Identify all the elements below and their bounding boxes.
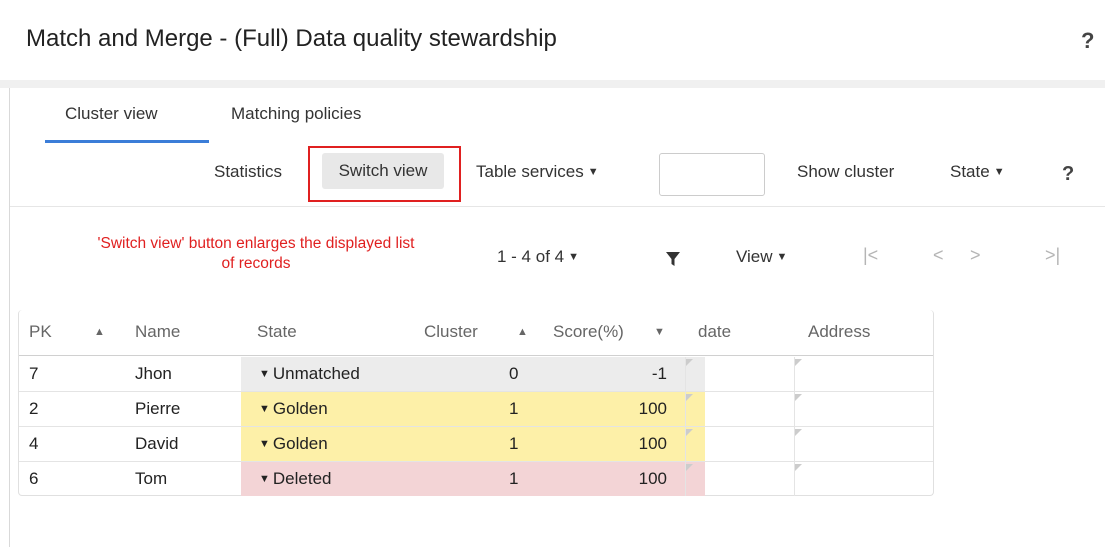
cell-marker-icon	[686, 464, 693, 471]
statistics-button[interactable]: Statistics	[214, 162, 282, 182]
search-input[interactable]	[659, 153, 765, 196]
next-page-icon[interactable]: >	[970, 245, 981, 266]
chevron-down-icon: ▼	[259, 368, 270, 380]
annotation-line-1: 'Switch view' button enlarges the displa…	[97, 235, 415, 252]
state-menu[interactable]: State ▼	[950, 162, 1005, 182]
cell-name: David	[135, 434, 179, 453]
annotation-note: 'Switch view' button enlarges the displa…	[46, 234, 466, 274]
cell-marker-icon	[686, 429, 693, 436]
view-menu-label: View	[736, 247, 773, 266]
cell-state-label: Golden	[272, 399, 328, 418]
cell-marker-icon	[795, 429, 802, 436]
column-header-score[interactable]: Score(%)	[553, 322, 624, 342]
cell-pk: 7	[29, 364, 39, 383]
first-page-icon[interactable]: |<	[863, 245, 878, 266]
cell-cluster: 0	[509, 364, 519, 383]
cell-state-label: Deleted	[272, 469, 332, 488]
toolbar-divider	[10, 206, 1105, 207]
view-menu[interactable]: View ▼	[736, 247, 787, 267]
chevron-down-icon: ▼	[259, 438, 270, 450]
cell-score: 100	[638, 434, 667, 453]
state-menu-label: State	[950, 162, 990, 181]
table-row[interactable]: 4 David ▼ Golden 1 100	[19, 427, 933, 461]
header-divider	[0, 80, 1105, 88]
cell-marker-icon	[795, 464, 802, 471]
cell-cluster: 1	[509, 399, 519, 418]
cell-name: Tom	[135, 469, 168, 488]
toolbar-help-icon[interactable]: ?	[1062, 163, 1074, 186]
title-bar: Match and Merge - (Full) Data quality st…	[0, 0, 1105, 80]
cell-state[interactable]: ▼ Unmatched	[259, 364, 360, 384]
switch-view-highlight	[308, 146, 461, 202]
cell-state[interactable]: ▼ Golden	[259, 434, 328, 454]
tab-cluster-view[interactable]: Cluster view	[65, 104, 158, 124]
help-icon[interactable]: ?	[1081, 28, 1094, 54]
chevron-down-icon: ▼	[259, 403, 270, 415]
cell-pk: 6	[29, 469, 39, 488]
table-row[interactable]: 2 Pierre ▼ Golden 1 100	[19, 392, 933, 426]
chevron-down-icon: ▼	[259, 473, 270, 485]
pager-range[interactable]: 1 - 4 of 4 ▼	[497, 247, 579, 267]
cell-cluster: 1	[509, 469, 519, 488]
chevron-down-icon: ▼	[568, 251, 579, 263]
chevron-down-icon: ▼	[993, 166, 1005, 178]
sort-ascending-icon[interactable]: ▲	[94, 326, 105, 338]
cell-state-label: Unmatched	[272, 364, 360, 383]
panel-border	[9, 88, 10, 547]
cell-state[interactable]: ▼ Golden	[259, 399, 328, 419]
page-title: Match and Merge - (Full) Data quality st…	[26, 25, 557, 52]
active-tab-indicator	[45, 140, 209, 143]
pager-range-label: 1 - 4 of 4	[497, 247, 565, 266]
cell-score: 100	[638, 469, 667, 488]
tab-matching-policies[interactable]: Matching policies	[231, 104, 361, 124]
cell-pk: 2	[29, 399, 39, 418]
table-row[interactable]: 7 Jhon ▼ Unmatched 0 -1	[19, 357, 933, 391]
column-header-state[interactable]: State	[257, 322, 297, 342]
filter-icon[interactable]	[665, 251, 681, 267]
sort-ascending-icon[interactable]: ▲	[517, 326, 528, 338]
table-services-menu[interactable]: Table services ▼	[476, 162, 599, 182]
show-cluster-button[interactable]: Show cluster	[797, 162, 894, 182]
prev-page-icon[interactable]: <	[933, 245, 944, 266]
cell-marker-icon	[795, 394, 802, 401]
column-header-address[interactable]: Address	[808, 322, 870, 342]
annotation-line-2: of records	[221, 255, 291, 272]
table-row[interactable]: 6 Tom ▼ Deleted 1 100	[19, 462, 933, 496]
column-header-name[interactable]: Name	[135, 322, 180, 342]
column-header-pk[interactable]: PK	[29, 322, 52, 342]
cell-score: 100	[638, 399, 667, 418]
sort-descending-icon[interactable]: ▼	[654, 326, 665, 338]
last-page-icon[interactable]: >|	[1045, 245, 1060, 266]
column-header-date[interactable]: date	[698, 322, 731, 342]
cell-name: Pierre	[135, 399, 181, 418]
chevron-down-icon: ▼	[587, 166, 599, 178]
table-services-label: Table services	[476, 162, 584, 181]
cell-cluster: 1	[509, 434, 519, 453]
column-header-cluster[interactable]: Cluster	[424, 322, 478, 342]
cell-state-label: Golden	[272, 434, 328, 453]
cell-score: -1	[651, 364, 667, 383]
cell-marker-icon	[686, 359, 693, 366]
cell-marker-icon	[795, 359, 802, 366]
chevron-down-icon: ▼	[776, 251, 788, 263]
cell-pk: 4	[29, 434, 39, 453]
header-divider-line	[19, 355, 933, 356]
cell-name: Jhon	[135, 364, 172, 383]
cell-state[interactable]: ▼ Deleted	[259, 469, 332, 489]
cell-marker-icon	[686, 394, 693, 401]
